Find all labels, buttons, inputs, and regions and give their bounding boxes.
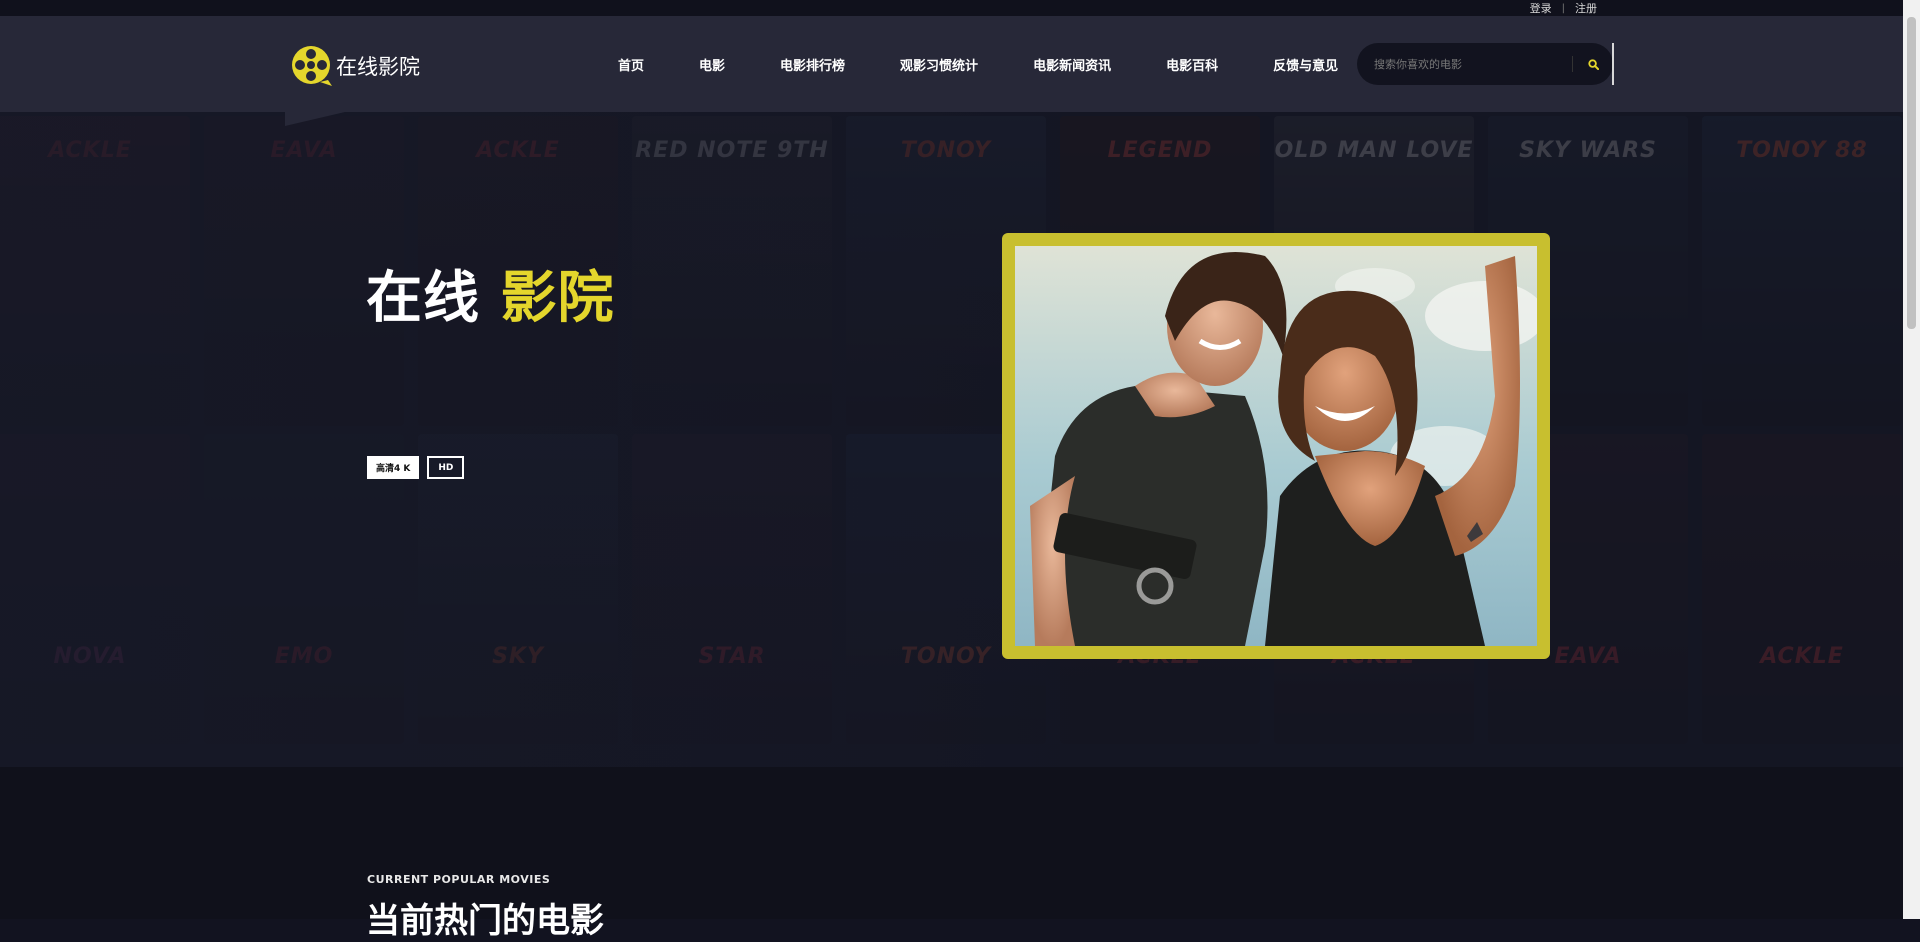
auth-separator: |: [1561, 2, 1565, 14]
main-nav: 首页 电影 电影排行榜 观影习惯统计 电影新闻资讯 电影百科 反馈与意见: [618, 16, 1338, 112]
featured-photo-illustration: [1015, 246, 1537, 646]
badge-4k: 高清4 K: [367, 456, 420, 479]
scrollbar-thumb[interactable]: [1907, 17, 1916, 329]
site-logo[interactable]: 在线影院: [290, 44, 420, 88]
nav-item-home[interactable]: 首页: [618, 55, 644, 74]
hero-banner: ACKLEEAVAACKLERED NOTE 9THTONOYLEGENDOLD…: [0, 112, 1903, 767]
search-box: [1357, 43, 1613, 85]
film-reel-icon: [292, 46, 332, 86]
header-notch: [285, 112, 345, 126]
featured-photo-frame[interactable]: [1002, 233, 1550, 659]
search-edge-line: [1612, 43, 1614, 85]
hero-title: 在线 影院: [366, 253, 615, 334]
hero-title-main: 在线: [366, 266, 480, 331]
hero-badges: 高清4 K HD: [367, 456, 465, 479]
search-divider: [1572, 56, 1573, 72]
search-button[interactable]: [1583, 54, 1603, 74]
site-header: 在线影院 首页 电影 电影排行榜 观影习惯统计 电影新闻资讯 电影百科 反馈与意…: [0, 16, 1903, 112]
nav-item-rankings[interactable]: 电影排行榜: [780, 55, 845, 74]
popular-section: CURRENT POPULAR MOVIES 当前热门的电影: [0, 767, 1903, 941]
nav-item-viewing-stats[interactable]: 观影习惯统计: [900, 55, 978, 74]
register-link[interactable]: 注册: [1575, 0, 1597, 16]
search-input[interactable]: [1357, 56, 1557, 72]
section-heading: 当前热门的电影: [366, 901, 604, 941]
featured-photo: [1015, 246, 1537, 646]
search-icon: [1587, 58, 1599, 70]
nav-item-movies[interactable]: 电影: [699, 55, 725, 74]
nav-item-feedback[interactable]: 反馈与意见: [1273, 55, 1338, 74]
auth-links: 登录 | 注册: [1530, 0, 1597, 16]
hero-overlay-left: [0, 112, 1100, 767]
page-scrollbar[interactable]: [1903, 0, 1920, 919]
login-link[interactable]: 登录: [1530, 0, 1552, 16]
logo-text: 在线影院: [336, 55, 420, 79]
nav-item-encyclopedia[interactable]: 电影百科: [1166, 55, 1218, 74]
top-utility-bar: 登录 | 注册: [0, 0, 1903, 16]
section-kicker: CURRENT POPULAR MOVIES: [367, 873, 551, 886]
badge-hd: HD: [427, 456, 465, 479]
hero-title-accent: 影院: [500, 266, 615, 331]
nav-item-news[interactable]: 电影新闻资讯: [1033, 55, 1111, 74]
